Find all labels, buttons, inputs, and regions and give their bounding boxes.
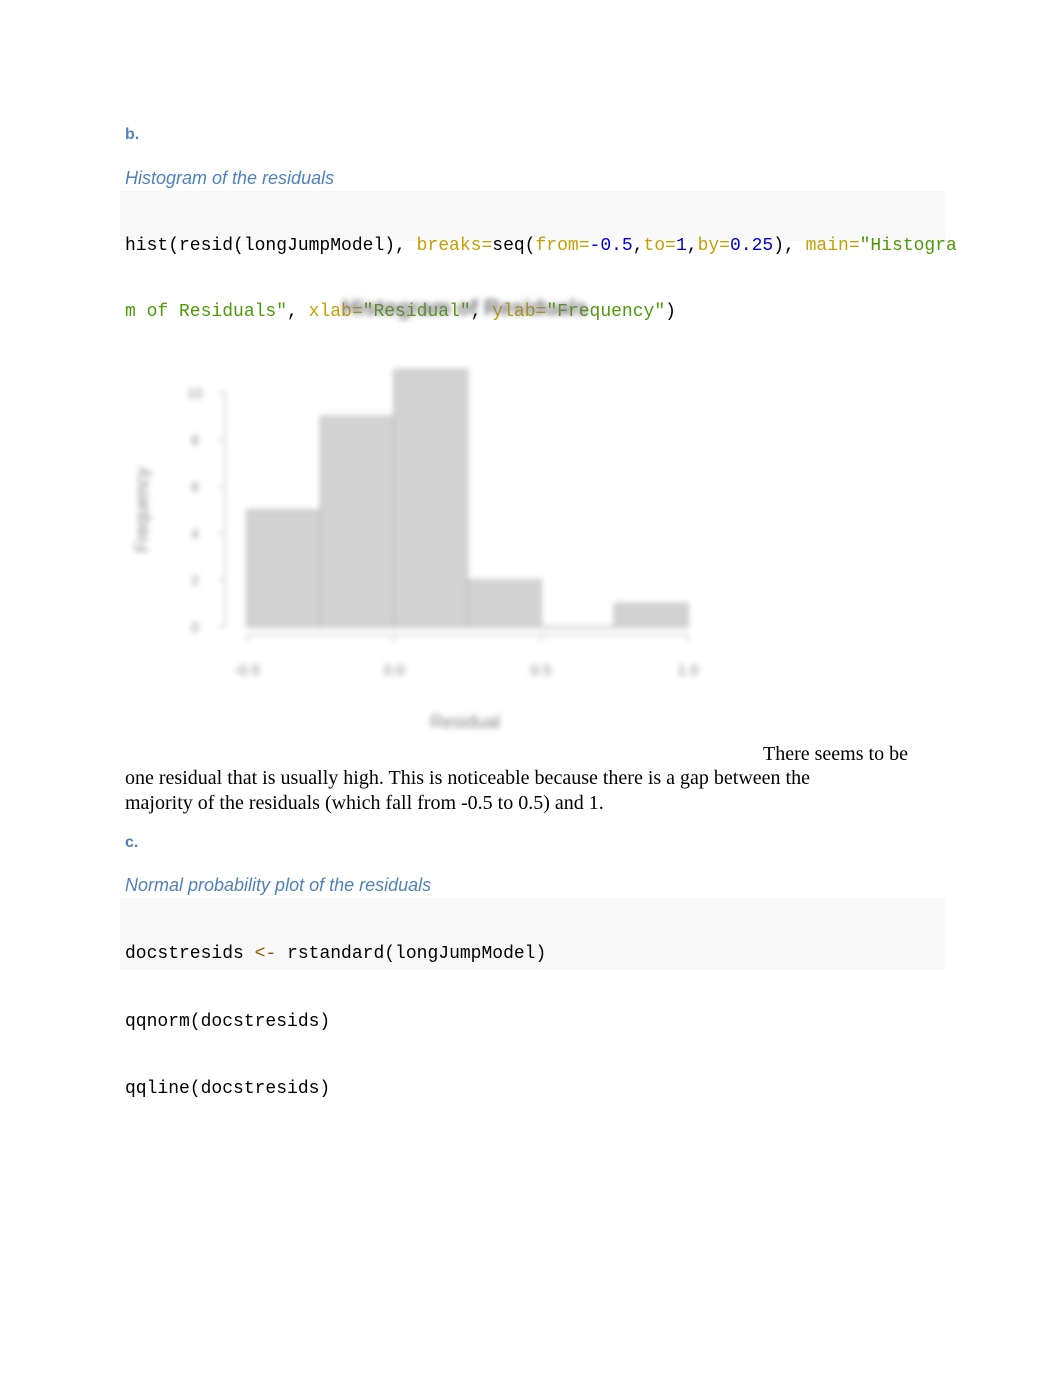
paragraph-lead: There seems to be — [763, 743, 908, 765]
histogram-svg: Histogram of Residuals Residual Frequenc… — [132, 295, 699, 732]
y-tick-label: 4 — [191, 525, 199, 541]
code-token-plain: qqnorm(docstresids) — [125, 1011, 331, 1032]
histogram-caption: Histogram of the residuals — [125, 168, 335, 188]
y-axis: 0 2 4 6 8 10 — [187, 385, 226, 635]
qq-plot-caption: Normal probability plot of the residuals — [125, 875, 432, 895]
x-tick-label: 0.5 — [531, 662, 552, 679]
x-tick-label: 0.0 — [384, 662, 405, 679]
code-token-arg: by= — [697, 236, 730, 256]
chart-title: Histogram of Residuals — [342, 295, 588, 320]
y-tick-label: 2 — [191, 572, 199, 588]
code-line: qqnorm(docstresids) — [125, 1011, 945, 1034]
histogram-bar — [613, 602, 689, 628]
code-token-arg: from= — [535, 236, 590, 256]
paragraph-line: one residual that is usually high. This … — [125, 767, 810, 789]
code-token-plain: hist(resid(longJumpModel), — [125, 236, 417, 256]
y-axis-label: Frequency — [132, 467, 152, 552]
code-token-op: <- — [254, 944, 277, 964]
code-token-str: "Histogra — [859, 236, 957, 256]
y-tick-label: 6 — [191, 479, 199, 495]
code-line: docstresids <- rstandard(longJumpModel) — [125, 943, 945, 966]
histogram-bar — [540, 626, 616, 629]
y-tick-label: 10 — [187, 385, 203, 401]
y-tick-label: 8 — [191, 432, 199, 448]
histogram-code-block: hist(resid(longJumpModel), breaks=seq(fr… — [120, 191, 957, 322]
y-tick-label: 0 — [191, 619, 199, 635]
code-token-plain: qqline(docstresids) — [125, 1079, 331, 1099]
code-token-plain: , — [632, 236, 644, 256]
x-axis: -0.5 0.0 0.5 1.0 — [234, 634, 699, 679]
code-token-num: 1 — [675, 236, 687, 256]
x-axis-label: Residual — [430, 712, 500, 732]
paragraph-line: majority of the residuals (which fall fr… — [125, 792, 604, 814]
code-token-arg: breaks= — [416, 236, 493, 256]
code-token-plain: ), — [773, 236, 806, 256]
code-token-plain: rstandard(longJumpModel) — [276, 944, 547, 964]
x-tick-label: 1.0 — [678, 662, 699, 679]
code-token-num: 0.25 — [729, 236, 774, 256]
code-line: hist(resid(longJumpModel), breaks=seq(fr… — [125, 235, 957, 257]
histogram-bar — [246, 509, 322, 628]
histogram-bar — [393, 368, 469, 628]
section-c-label: c. — [125, 834, 139, 851]
qq-code-block: docstresids <- rstandard(longJumpModel) … — [120, 898, 945, 1099]
code-token-plain: docstresids — [125, 944, 255, 964]
histogram-chart: Histogram of Residuals Residual Frequenc… — [120, 270, 740, 750]
histogram-bar — [319, 415, 395, 628]
section-b-label: b. — [125, 126, 140, 143]
code-token-num: -0.5 — [589, 236, 633, 256]
code-token-plain: seq( — [492, 236, 536, 256]
x-tick-label: -0.5 — [234, 662, 260, 679]
code-token-arg: to= — [643, 236, 676, 256]
bars-group — [246, 368, 689, 629]
code-token-plain: , — [686, 236, 698, 256]
code-token-arg: main= — [805, 236, 860, 256]
code-line: qqline(docstresids) — [125, 1078, 945, 1101]
histogram-bar — [466, 579, 542, 628]
